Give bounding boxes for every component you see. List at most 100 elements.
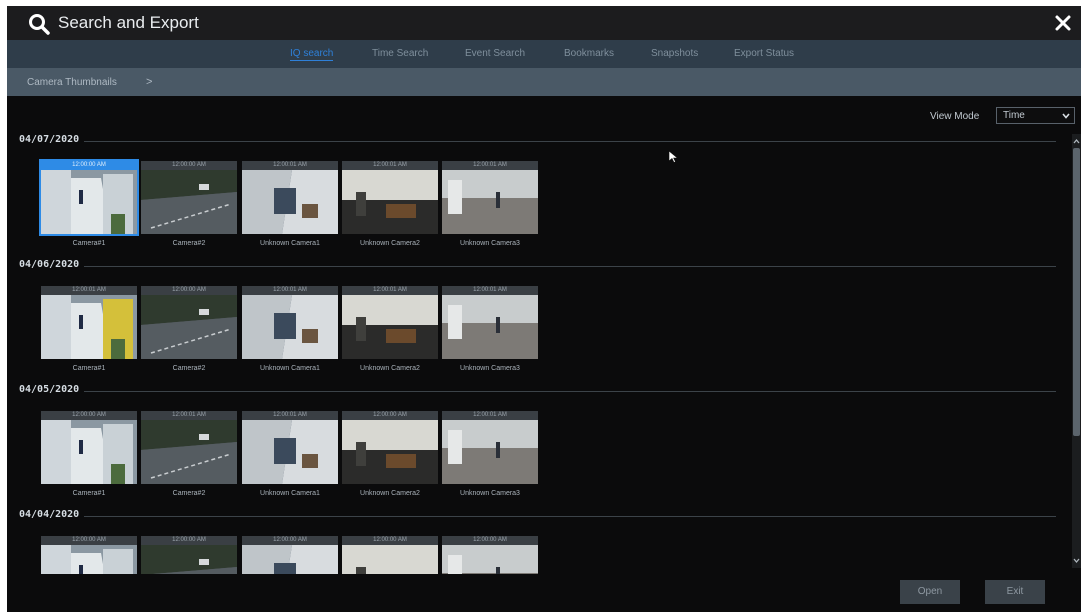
camera-name-label: Unknown Camera3 [460, 365, 520, 372]
scroll-up-icon[interactable] [1072, 137, 1081, 145]
thumbnail-timestamp: 12:00:01 AM [141, 411, 237, 420]
chevron-down-icon [1062, 113, 1070, 119]
thumbnail-timestamp: 12:00:01 AM [41, 286, 137, 295]
camera-thumbnail[interactable]: 12:00:01 AM [41, 286, 137, 359]
camera-thumbnail[interactable]: 12:00:00 AM [39, 159, 139, 236]
thumbnail-timestamp: 12:00:00 AM [242, 536, 338, 545]
camera-thumbnail[interactable]: 12:00:01 AM [342, 286, 438, 359]
breadcrumb: Camera Thumbnails > [7, 68, 1081, 96]
camera-name-label: Unknown Camera3 [460, 490, 520, 497]
tab-iq-search[interactable]: IQ search [290, 48, 334, 61]
thumbnail-timestamp: 12:00:00 AM [141, 286, 237, 295]
thumbnail-timestamp: 12:00:01 AM [242, 286, 338, 295]
camera-name-label: Unknown Camera1 [260, 240, 320, 247]
camera-thumbnail[interactable]: 12:00:00 AM [242, 536, 338, 574]
camera-snapshot [342, 295, 438, 359]
date-group: 04/05/2020 12:00:00 AM Camera#1 12:00:01 AM… [7, 384, 1067, 510]
view-mode-value: Time [1003, 110, 1025, 121]
exit-button[interactable]: Exit [985, 580, 1045, 604]
camera-name-label: Camera#2 [172, 490, 206, 497]
camera-thumbnail[interactable]: 12:00:00 AM [342, 411, 438, 484]
camera-thumbnail[interactable]: 12:00:01 AM [442, 161, 538, 234]
camera-snapshot [41, 420, 137, 484]
thumbnail-timestamp: 12:00:00 AM [442, 536, 538, 545]
camera-name-label: Camera#2 [172, 365, 206, 372]
open-button[interactable]: Open [900, 580, 960, 604]
thumbnail-timestamp: 12:00:01 AM [442, 286, 538, 295]
camera-name-label: Camera#1 [72, 240, 106, 247]
thumbnail-timestamp: 12:00:00 AM [342, 536, 438, 545]
view-mode-select[interactable]: Time [996, 107, 1075, 124]
date-group: 04/06/2020 12:00:01 AM Camera#1 12:00:00 AM… [7, 259, 1067, 385]
thumbnail-timestamp: 12:00:01 AM [242, 161, 338, 170]
camera-thumbnail[interactable]: 12:00:01 AM [242, 161, 338, 234]
date-heading: 04/07/2020 [19, 134, 80, 145]
breadcrumb-arrow-icon: > [146, 76, 153, 88]
vertical-scrollbar[interactable] [1072, 134, 1081, 568]
camera-thumbnail[interactable]: 12:00:01 AM [342, 161, 438, 234]
thumbnail-timestamp: 12:00:01 AM [242, 411, 338, 420]
camera-thumbnail[interactable]: 12:00:01 AM [442, 411, 538, 484]
tab-event-search[interactable]: Event Search [465, 48, 525, 59]
camera-snapshot [242, 170, 338, 234]
camera-snapshot [442, 545, 538, 574]
camera-name-label: Unknown Camera1 [260, 365, 320, 372]
camera-thumbnail[interactable]: 12:00:00 AM [41, 536, 137, 574]
camera-snapshot [442, 170, 538, 234]
camera-thumbnail[interactable]: 12:00:00 AM [442, 536, 538, 574]
close-icon[interactable] [1049, 9, 1077, 37]
camera-snapshot [141, 420, 237, 484]
camera-snapshot [442, 295, 538, 359]
search-tabs: IQ search Time Search Event Search Bookm… [7, 40, 1081, 68]
camera-thumbnail[interactable]: 12:00:01 AM [442, 286, 538, 359]
tab-snapshots[interactable]: Snapshots [651, 48, 698, 59]
camera-name-label: Camera#1 [72, 490, 106, 497]
date-heading: 04/05/2020 [19, 384, 80, 395]
divider [84, 391, 1056, 392]
camera-thumbnail[interactable]: 12:00:01 AM [141, 411, 237, 484]
tab-bookmarks[interactable]: Bookmarks [564, 48, 614, 59]
camera-thumbnail[interactable]: 12:00:01 AM [242, 411, 338, 484]
camera-snapshot [242, 295, 338, 359]
thumbnail-timestamp: 12:00:01 AM [442, 161, 538, 170]
divider [84, 266, 1056, 267]
breadcrumb-camera-thumbnails[interactable]: Camera Thumbnails [27, 77, 117, 88]
date-group: 04/04/2020 12:00:00 AM 12:00:00 AM 12:00:00… [7, 509, 1067, 574]
thumbnail-timestamp: 12:00:01 AM [342, 286, 438, 295]
camera-snapshot [141, 295, 237, 359]
camera-thumbnail[interactable]: 12:00:00 AM [141, 161, 237, 234]
camera-snapshot [442, 420, 538, 484]
camera-snapshot [141, 170, 237, 234]
tab-time-search[interactable]: Time Search [372, 48, 428, 59]
thumbnail-timestamp: 12:00:00 AM [141, 161, 237, 170]
thumbnail-timestamp: 12:00:00 AM [41, 161, 137, 170]
mouse-pointer-icon [669, 151, 679, 163]
search-icon [29, 14, 50, 35]
camera-snapshot [242, 545, 338, 574]
camera-name-label: Unknown Camera3 [460, 240, 520, 247]
thumbnail-timestamp: 12:00:01 AM [342, 161, 438, 170]
view-mode-label: View Mode [930, 111, 980, 122]
scrollbar-thumb[interactable] [1073, 148, 1080, 436]
camera-thumbnail[interactable]: 12:00:01 AM [242, 286, 338, 359]
date-group: 04/07/2020 12:00:00 AM Camera#1 12:00:00 AM… [7, 134, 1067, 260]
camera-name-label: Unknown Camera2 [360, 365, 420, 372]
camera-thumbnail[interactable]: 12:00:00 AM [141, 536, 237, 574]
camera-snapshot [41, 545, 137, 574]
title-bar: Search and Export [7, 6, 1081, 40]
camera-thumbnail[interactable]: 12:00:00 AM [41, 411, 137, 484]
camera-snapshot [342, 170, 438, 234]
date-heading: 04/06/2020 [19, 259, 80, 270]
thumbnail-timestamp: 12:00:00 AM [141, 536, 237, 545]
tab-export-status[interactable]: Export Status [734, 48, 794, 59]
camera-thumbnail[interactable]: 12:00:00 AM [342, 536, 438, 574]
camera-thumbnail[interactable]: 12:00:00 AM [141, 286, 237, 359]
camera-snapshot [141, 545, 237, 574]
camera-name-label: Unknown Camera2 [360, 240, 420, 247]
camera-snapshot [41, 170, 137, 234]
divider [84, 141, 1056, 142]
camera-snapshot [342, 545, 438, 574]
camera-name-label: Unknown Camera1 [260, 490, 320, 497]
scroll-down-icon[interactable] [1072, 557, 1081, 565]
divider [84, 516, 1056, 517]
